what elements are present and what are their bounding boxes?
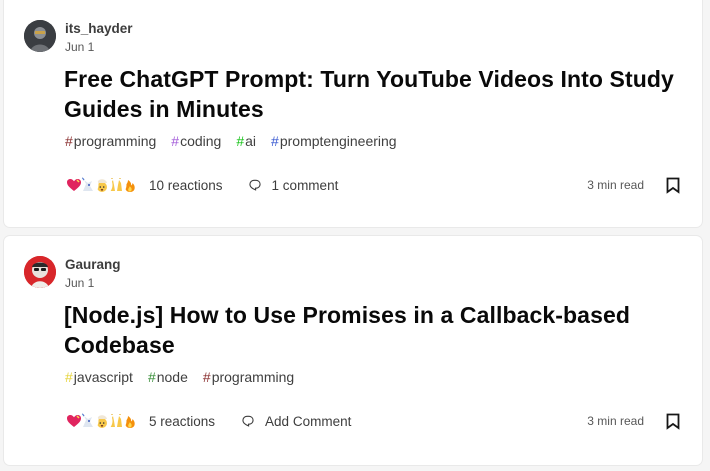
tag-hash: # xyxy=(271,133,279,149)
post-footer: 10 reactions 1 comment 3 min read xyxy=(65,169,682,201)
read-time: 3 min read xyxy=(587,178,644,192)
tag-promptengineering[interactable]: #promptengineering xyxy=(271,133,397,149)
tag-ai[interactable]: #ai xyxy=(236,133,256,149)
comments-button[interactable]: 1 comment xyxy=(246,176,339,194)
post-title[interactable]: [Node.js] How to Use Promises in a Callb… xyxy=(64,300,694,360)
tag-hash: # xyxy=(65,133,73,149)
tag-programming[interactable]: #programming xyxy=(203,369,294,385)
post-title[interactable]: Free ChatGPT Prompt: Turn YouTube Videos… xyxy=(64,64,694,124)
tag-list: #javascript #node #programming xyxy=(65,369,294,385)
author-avatar[interactable] xyxy=(24,20,56,52)
tag-label: ai xyxy=(245,133,257,149)
tag-hash: # xyxy=(171,133,180,149)
avatar-image xyxy=(24,256,56,288)
bookmark-icon xyxy=(666,177,680,194)
tag-label: promptengineering xyxy=(279,133,397,149)
comments-label: Add Comment xyxy=(265,413,352,429)
post-footer: 5 reactions Add Comment 3 min read xyxy=(65,405,682,437)
bookmark-icon xyxy=(666,413,680,430)
author-avatar[interactable] xyxy=(24,256,56,288)
reactions-button[interactable]: 10 reactions xyxy=(65,176,223,194)
author-name[interactable]: Gaurang xyxy=(65,257,121,272)
tag-hash: # xyxy=(147,369,156,385)
bookmark-button[interactable] xyxy=(664,411,682,431)
post-card[interactable]: its_hayder Jun 1 Free ChatGPT Prompt: Tu… xyxy=(4,0,702,227)
post-date[interactable]: Jun 1 xyxy=(65,40,94,54)
tag-label: coding xyxy=(180,133,222,149)
tag-label: programming xyxy=(211,369,295,385)
comment-icon xyxy=(248,179,261,191)
reaction-count: 10 reactions xyxy=(149,177,223,193)
author-name[interactable]: its_hayder xyxy=(65,21,133,36)
bookmark-button[interactable] xyxy=(664,175,682,195)
heart-icon xyxy=(65,176,83,194)
tag-coding[interactable]: #coding xyxy=(171,133,221,149)
comment-icon xyxy=(242,415,254,427)
tag-list: #programming #coding #ai #promptengineer… xyxy=(65,133,397,149)
post-date[interactable]: Jun 1 xyxy=(65,276,94,290)
tag-hash: # xyxy=(236,133,245,149)
comments-label: 1 comment xyxy=(271,177,339,193)
post-card[interactable]: Gaurang Jun 1 [Node.js] How to Use Promi… xyxy=(4,236,702,465)
add-comment-button[interactable]: Add Comment xyxy=(239,412,351,430)
tag-javascript[interactable]: #javascript xyxy=(65,369,133,385)
tag-hash: # xyxy=(202,369,211,385)
read-time: 3 min read xyxy=(587,414,644,428)
tag-hash: # xyxy=(65,369,73,385)
tag-label: javascript xyxy=(73,369,133,385)
avatar-image xyxy=(24,20,56,52)
tag-label: node xyxy=(156,369,188,385)
heart-icon xyxy=(65,412,83,430)
tag-programming[interactable]: #programming xyxy=(65,133,156,149)
tag-node[interactable]: #node xyxy=(148,369,188,385)
reactions-button[interactable]: 5 reactions xyxy=(65,412,215,430)
reaction-count: 5 reactions xyxy=(149,413,216,429)
tag-label: programming xyxy=(73,133,157,149)
